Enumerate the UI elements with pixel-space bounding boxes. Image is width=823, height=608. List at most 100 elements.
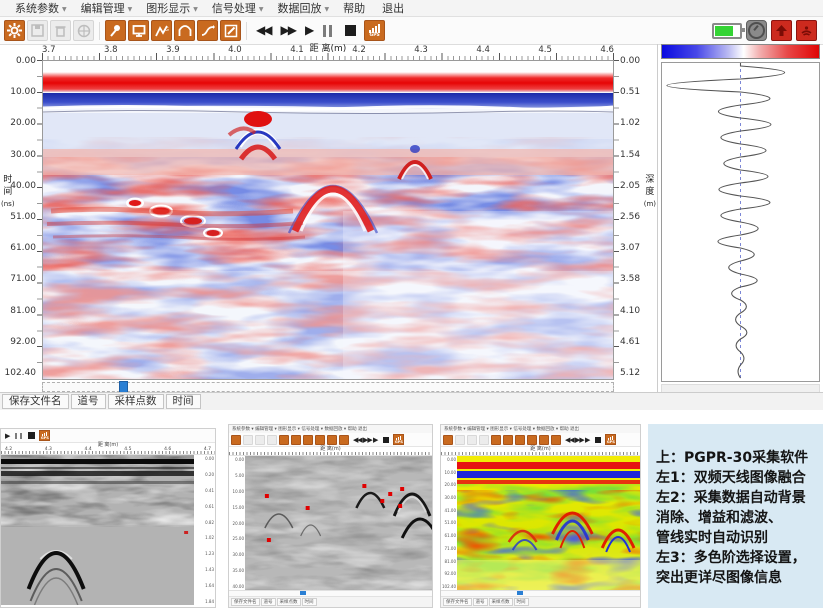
thumbnail-window-multicolor[interactable]: 系统参数 ▾ 编辑管理 ▾ 图形显示 ▾ 信号处理 ▾ 数据回放 ▾ 帮助 退出… bbox=[440, 424, 641, 608]
signal-bars-icon bbox=[369, 24, 380, 33]
gear-icon bbox=[7, 23, 22, 38]
axis-tick-label: 1.02 bbox=[620, 118, 640, 128]
status-tab: 道号 bbox=[473, 598, 488, 606]
gain-button[interactable]: G bbox=[151, 20, 172, 41]
status-tab: 采样点数 bbox=[489, 598, 513, 606]
curve-icon bbox=[201, 24, 215, 38]
menu-item[interactable]: 图形显示▼ bbox=[139, 0, 205, 16]
axis-tick-label: 10.00 bbox=[10, 87, 36, 97]
gauge-icon bbox=[748, 22, 765, 39]
axis-tick-label: 1.84 bbox=[195, 599, 214, 604]
axis-tick-label: 92.00 bbox=[10, 337, 36, 347]
mini-left-axis: 0.005.0010.0015.0020.0025.0030.0035.0040… bbox=[229, 456, 245, 590]
pin-icon bbox=[109, 24, 122, 37]
radargram-display[interactable] bbox=[42, 60, 614, 380]
bandpass-icon bbox=[178, 24, 192, 38]
mini-x-ruler: 距 离(m) bbox=[441, 447, 640, 456]
mini-status-bar: 保存文件名道号采样点数时间 bbox=[229, 596, 432, 607]
axis-tick-label: 0.61 bbox=[195, 504, 214, 509]
menu-item[interactable]: 帮助 bbox=[336, 0, 375, 16]
marker-button[interactable] bbox=[105, 20, 126, 41]
status-tab[interactable]: 时间 bbox=[166, 394, 201, 409]
pause-icon bbox=[13, 433, 24, 439]
filter-button[interactable] bbox=[174, 20, 195, 41]
axis-tick-label: 1.43 bbox=[195, 567, 214, 572]
axis-tick-label: 30.00 bbox=[230, 552, 244, 557]
annotate-button[interactable] bbox=[220, 20, 241, 41]
play-icon: ▶ bbox=[3, 431, 11, 441]
mini-scrollbar bbox=[441, 590, 640, 596]
menu-item[interactable]: 信号处理▼ bbox=[205, 0, 271, 16]
status-tab[interactable]: 采样点数 bbox=[108, 394, 164, 409]
axis-tick-label: 4.61 bbox=[620, 337, 640, 347]
axis-tick-label: 0.00 bbox=[230, 457, 244, 462]
mini-toolbar: ◀◀ ▶▶ ▶ GPS bbox=[229, 433, 432, 447]
axis-tick-label: 4.10 bbox=[620, 306, 640, 316]
display-button[interactable] bbox=[128, 20, 149, 41]
mini-toolbar: ◀◀ ▶▶ ▶ GPS bbox=[441, 433, 640, 447]
chevron-down-icon: ▼ bbox=[128, 6, 133, 13]
single-trace-view bbox=[661, 62, 820, 382]
axis-tick-label: 20.00 bbox=[442, 482, 456, 487]
wave-edit-button[interactable] bbox=[197, 20, 218, 41]
color-scale-bar bbox=[661, 44, 820, 59]
thumbnail-window-grayscale[interactable]: ▶ GPS 距 离(m) 4.24.34.44.54.64.7 bbox=[0, 428, 216, 608]
axis-tick-label: 102.40 bbox=[5, 368, 37, 378]
antenna-button[interactable] bbox=[796, 20, 817, 41]
connect-button[interactable] bbox=[73, 20, 94, 41]
battery-level-icon bbox=[715, 26, 733, 36]
axis-tick-label: 0.00 bbox=[620, 56, 640, 66]
mini-scrollbar bbox=[229, 590, 432, 596]
upload-button[interactable] bbox=[771, 20, 792, 41]
right-axis: 0.000.511.021.542.052.563.073.584.104.61… bbox=[614, 44, 657, 396]
menu-item[interactable]: 编辑管理▼ bbox=[74, 0, 140, 16]
svg-text:G: G bbox=[165, 27, 169, 33]
gps-button[interactable]: GPS bbox=[364, 20, 385, 41]
play-button[interactable]: ▶ bbox=[301, 20, 316, 41]
settings-button[interactable] bbox=[4, 20, 25, 41]
mini-toolbar: ▶ GPS bbox=[1, 429, 215, 443]
gain-curve-icon: G bbox=[155, 24, 169, 38]
arrow-up-icon bbox=[775, 24, 788, 37]
status-tab: 采样点数 bbox=[277, 598, 301, 606]
delete-button[interactable] bbox=[50, 20, 71, 41]
fast-forward-button[interactable]: ▶▶ bbox=[276, 20, 298, 41]
monitor-icon bbox=[132, 24, 146, 38]
status-tab: 时间 bbox=[302, 598, 317, 606]
trace-panel bbox=[657, 44, 823, 396]
menu-item[interactable]: 系统参数▼ bbox=[8, 0, 74, 16]
status-tab: 时间 bbox=[514, 598, 529, 606]
axis-tick-label: 0.41 bbox=[195, 488, 214, 493]
right-tick-marks bbox=[614, 60, 619, 378]
status-tab[interactable]: 保存文件名 bbox=[2, 394, 69, 409]
menu-item[interactable]: 退出 bbox=[375, 0, 414, 16]
pause-button[interactable] bbox=[318, 25, 337, 37]
rewind-button[interactable]: ◀◀ bbox=[252, 20, 274, 41]
horizontal-scrollbar[interactable] bbox=[42, 382, 614, 392]
chevron-down-icon: ▼ bbox=[325, 6, 330, 13]
save-button[interactable] bbox=[27, 20, 48, 41]
mini-right-axis: 0.000.200.410.610.821.021.231.431.641.84 bbox=[194, 455, 215, 605]
thumbnail-window-detect[interactable]: 系统参数 ▾ 编辑管理 ▾ 图形显示 ▾ 信号处理 ▾ 数据回放 ▾ 帮助 退出… bbox=[228, 424, 433, 608]
stop-button[interactable] bbox=[345, 25, 356, 36]
axis-tick-label: 51.00 bbox=[10, 212, 36, 222]
axis-tick-label: 0.20 bbox=[195, 472, 214, 477]
axis-tick-label: 10.00 bbox=[442, 470, 456, 475]
axis-tick-label: 35.00 bbox=[230, 568, 244, 573]
status-tab: 保存文件名 bbox=[443, 598, 472, 606]
left-axis: 时 间 (ns) 0.0010.0020.0030.0040.0051.0061… bbox=[0, 44, 42, 396]
axis-tick-label: 71.00 bbox=[10, 274, 36, 284]
axis-tick-label: 2.56 bbox=[620, 212, 640, 222]
caption-line: 左3：多色阶选择设置， bbox=[656, 548, 819, 568]
axis-tick-label: 20.00 bbox=[10, 118, 36, 128]
caption-block: 上：PGPR-30采集软件左1：双频天线图像融合左2：采集数据自动背景消除、增益… bbox=[648, 424, 823, 608]
speed-button[interactable] bbox=[746, 20, 767, 41]
axis-tick-label: 2.05 bbox=[620, 181, 640, 191]
toolbar-separator bbox=[99, 22, 100, 40]
axis-tick-label: 20.00 bbox=[230, 521, 244, 526]
mini-menu-bar: 系统参数 ▾ 编辑管理 ▾ 图形显示 ▾ 信号处理 ▾ 数据回放 ▾ 帮助 退出 bbox=[441, 425, 640, 433]
caption-line: 管线实时自动识别 bbox=[656, 528, 819, 548]
menu-item[interactable]: 数据回放▼ bbox=[271, 0, 337, 16]
detect-radargram bbox=[245, 456, 432, 590]
status-tab[interactable]: 道号 bbox=[71, 394, 106, 409]
